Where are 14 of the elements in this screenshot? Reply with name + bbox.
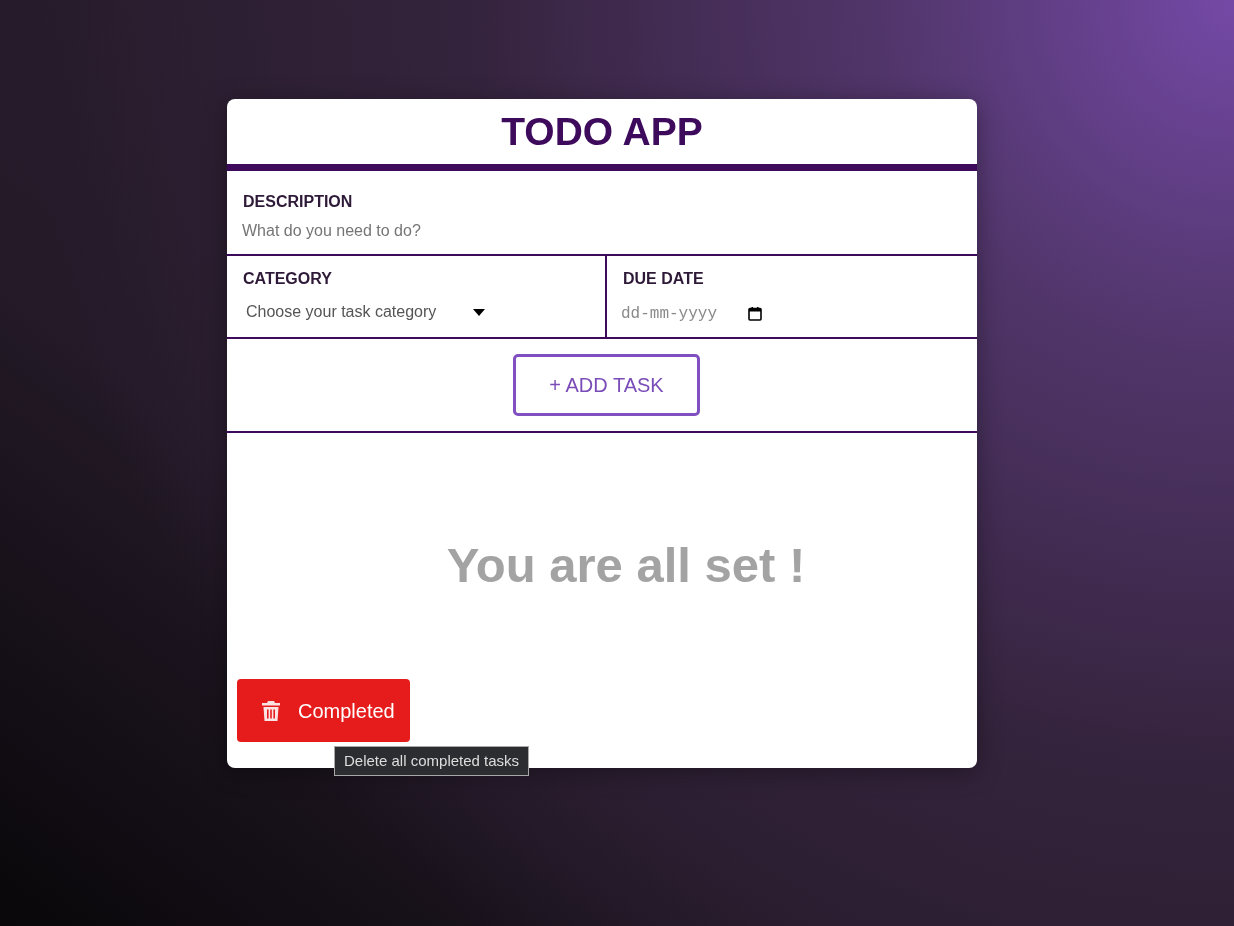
category-select[interactable]: Choose your task category <box>243 302 486 322</box>
caret-icon <box>473 308 486 316</box>
trash-icon <box>262 700 280 721</box>
clear-completed-button[interactable]: Completed <box>237 679 410 742</box>
app-title: TODO APP <box>501 112 703 151</box>
add-task-button[interactable]: + ADD TASK <box>513 354 700 416</box>
category-label: CATEGORY <box>243 269 332 289</box>
due-date-field[interactable]: dd-mm-yyyy <box>621 304 739 324</box>
description-field[interactable]: What do you need to do? <box>242 221 960 241</box>
calendar-icon[interactable] <box>748 307 762 321</box>
description-label: DESCRIPTION <box>243 192 353 212</box>
tooltip: Delete all completed tasks <box>334 746 530 776</box>
due-date-label: DUE DATE <box>623 269 704 289</box>
empty-state-message: You are all set ! <box>446 538 806 593</box>
